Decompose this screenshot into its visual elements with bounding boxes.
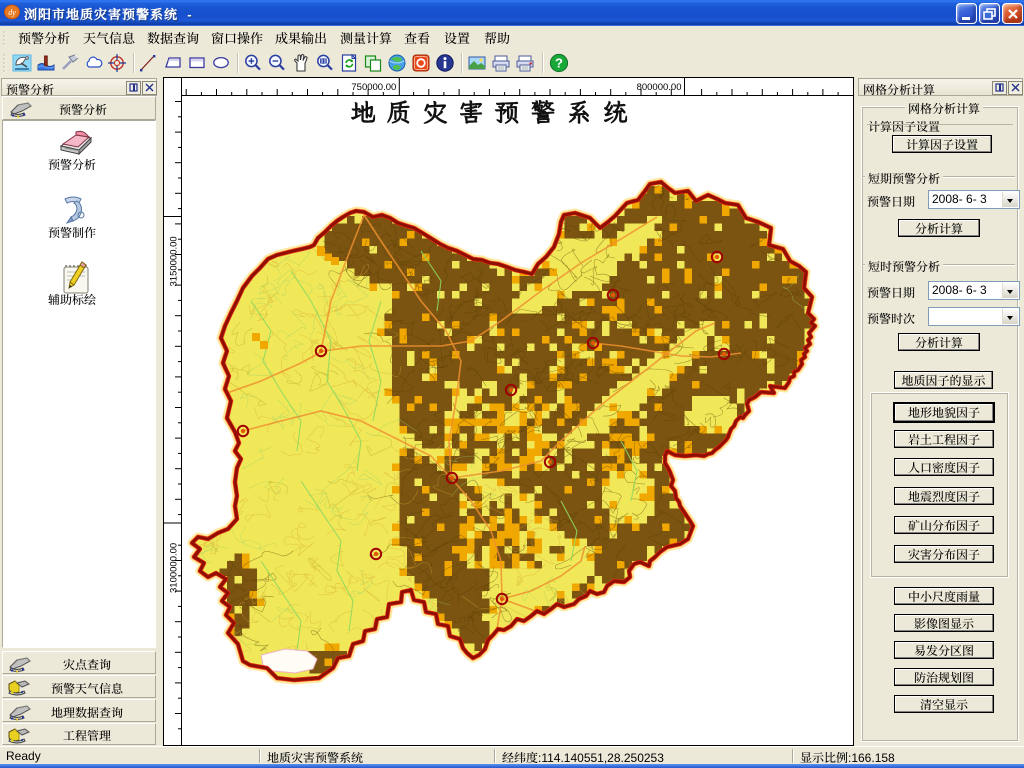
svg-text:?: ? bbox=[555, 55, 563, 70]
svg-text:3100000.00: 3100000.00 bbox=[169, 543, 180, 593]
svg-text:dy: dy bbox=[8, 8, 16, 17]
svg-text:750000.00: 750000.00 bbox=[351, 82, 396, 93]
svg-text:3150000.00: 3150000.00 bbox=[169, 236, 180, 286]
svg-text:800000.00: 800000.00 bbox=[637, 82, 682, 93]
